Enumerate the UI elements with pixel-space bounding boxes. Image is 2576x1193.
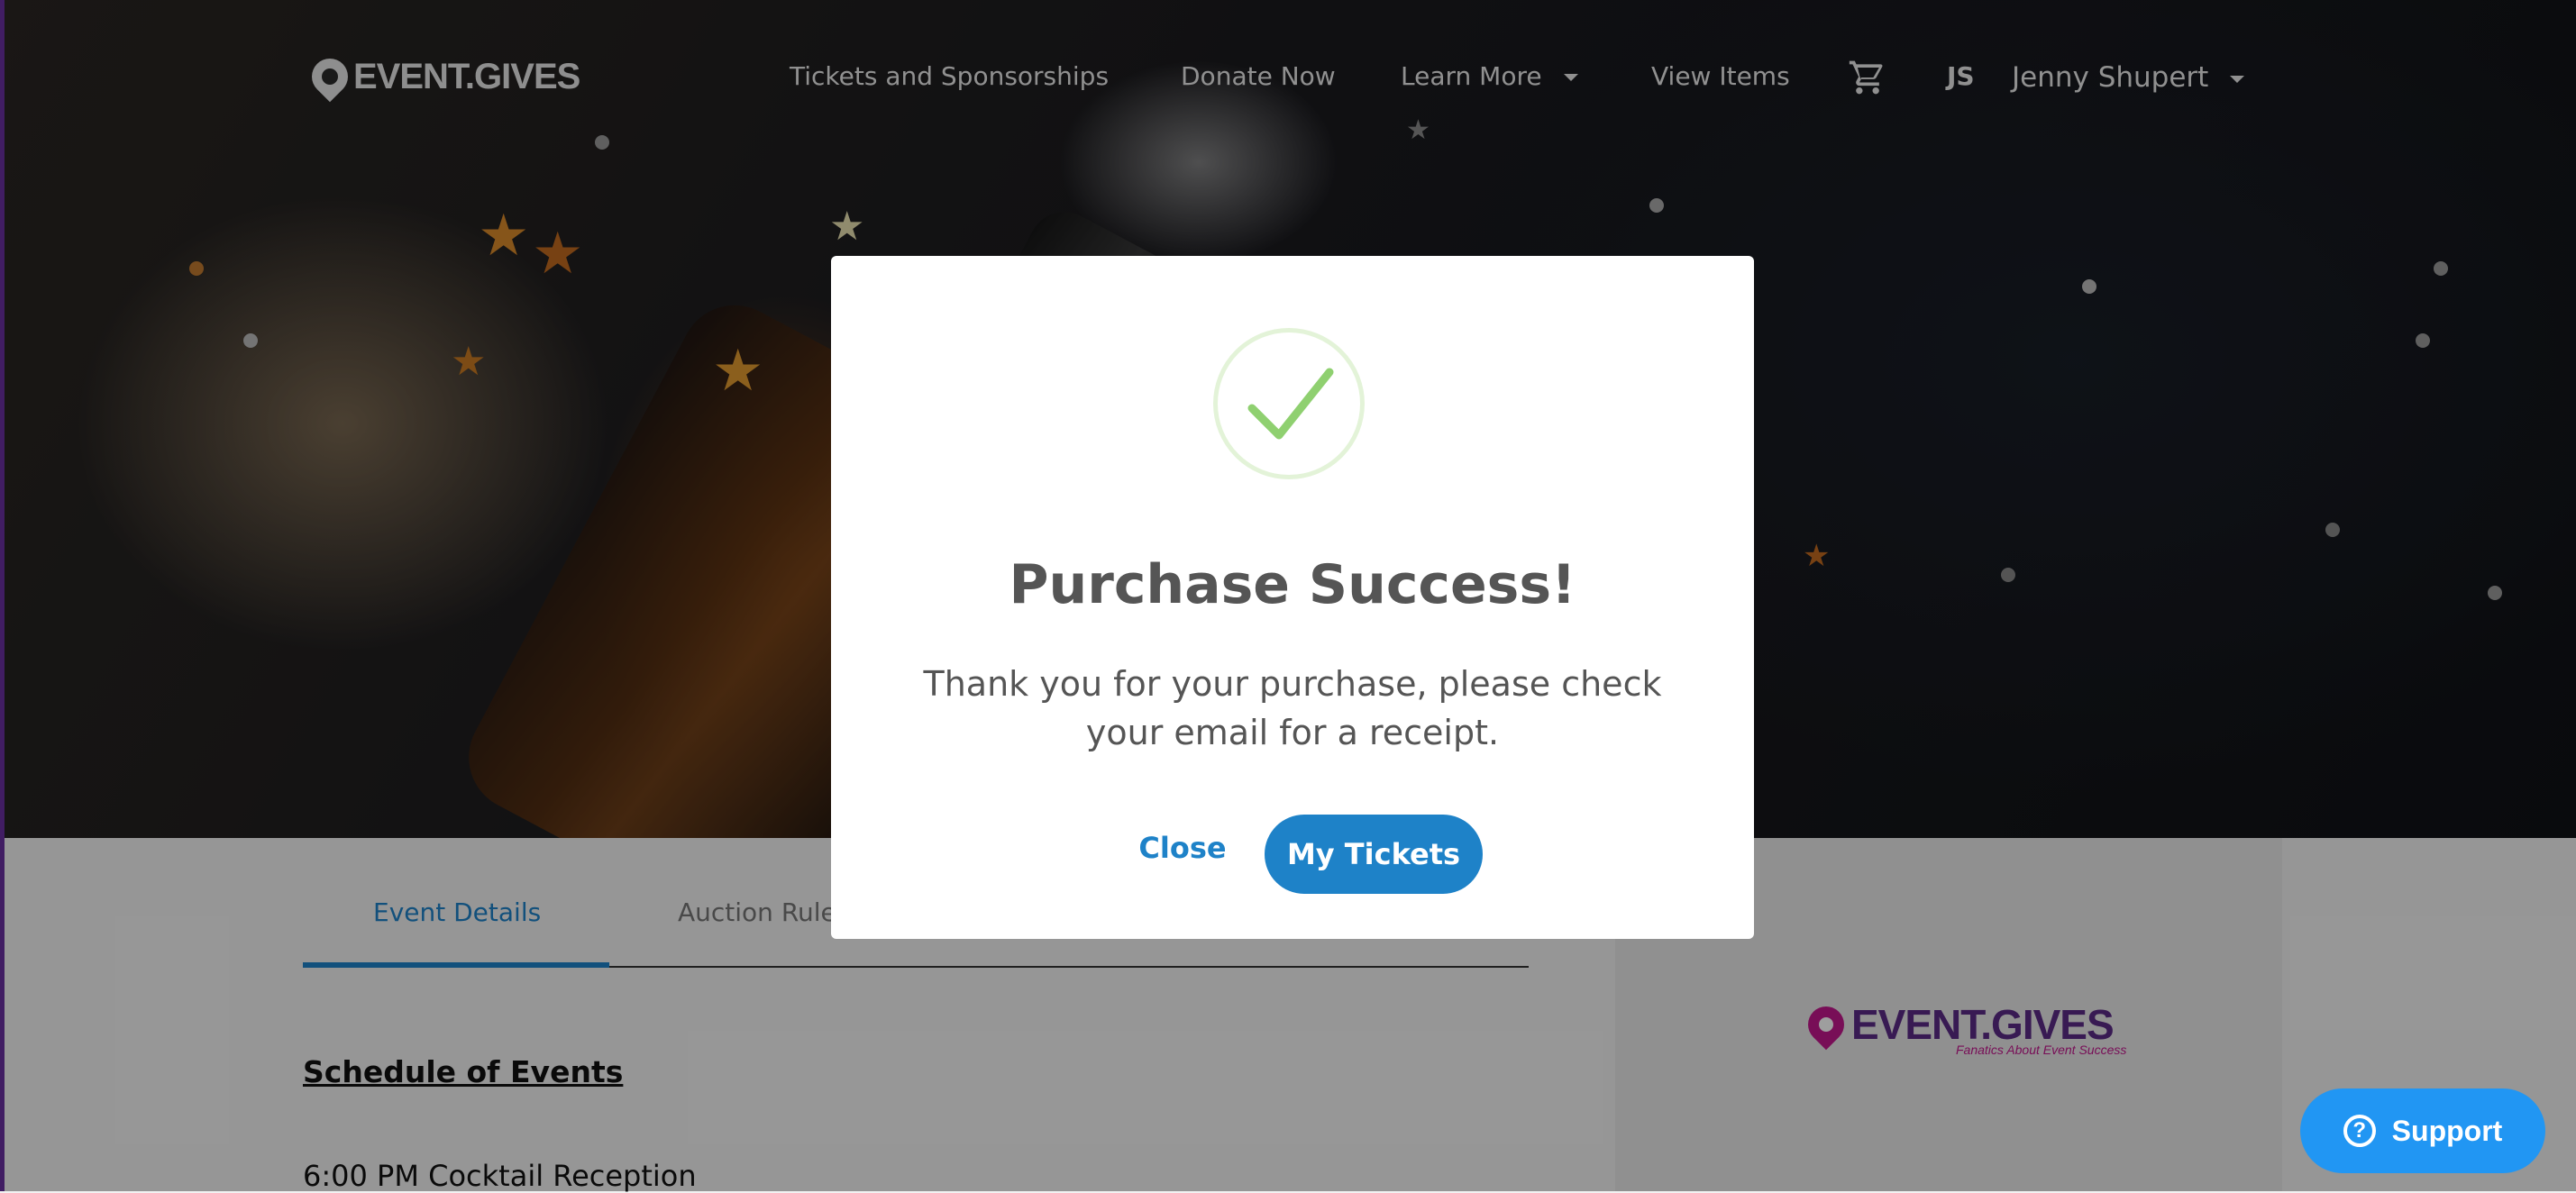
my-tickets-button[interactable]: My Tickets (1265, 815, 1483, 894)
dialog-message: Thank you for your purchase, please chec… (923, 664, 1662, 752)
dialog-title: Purchase Success! (1009, 553, 1576, 616)
purchase-success-dialog: Purchase Success! Thank you for your pur… (831, 256, 1754, 939)
success-badge (1213, 328, 1365, 479)
support-label: Support (2391, 1114, 2503, 1147)
checkmark-icon (1247, 368, 1334, 440)
support-button[interactable]: ? Support (2300, 1088, 2545, 1173)
close-button[interactable]: Close (1128, 818, 1237, 878)
question-circle-icon: ? (2343, 1115, 2376, 1147)
